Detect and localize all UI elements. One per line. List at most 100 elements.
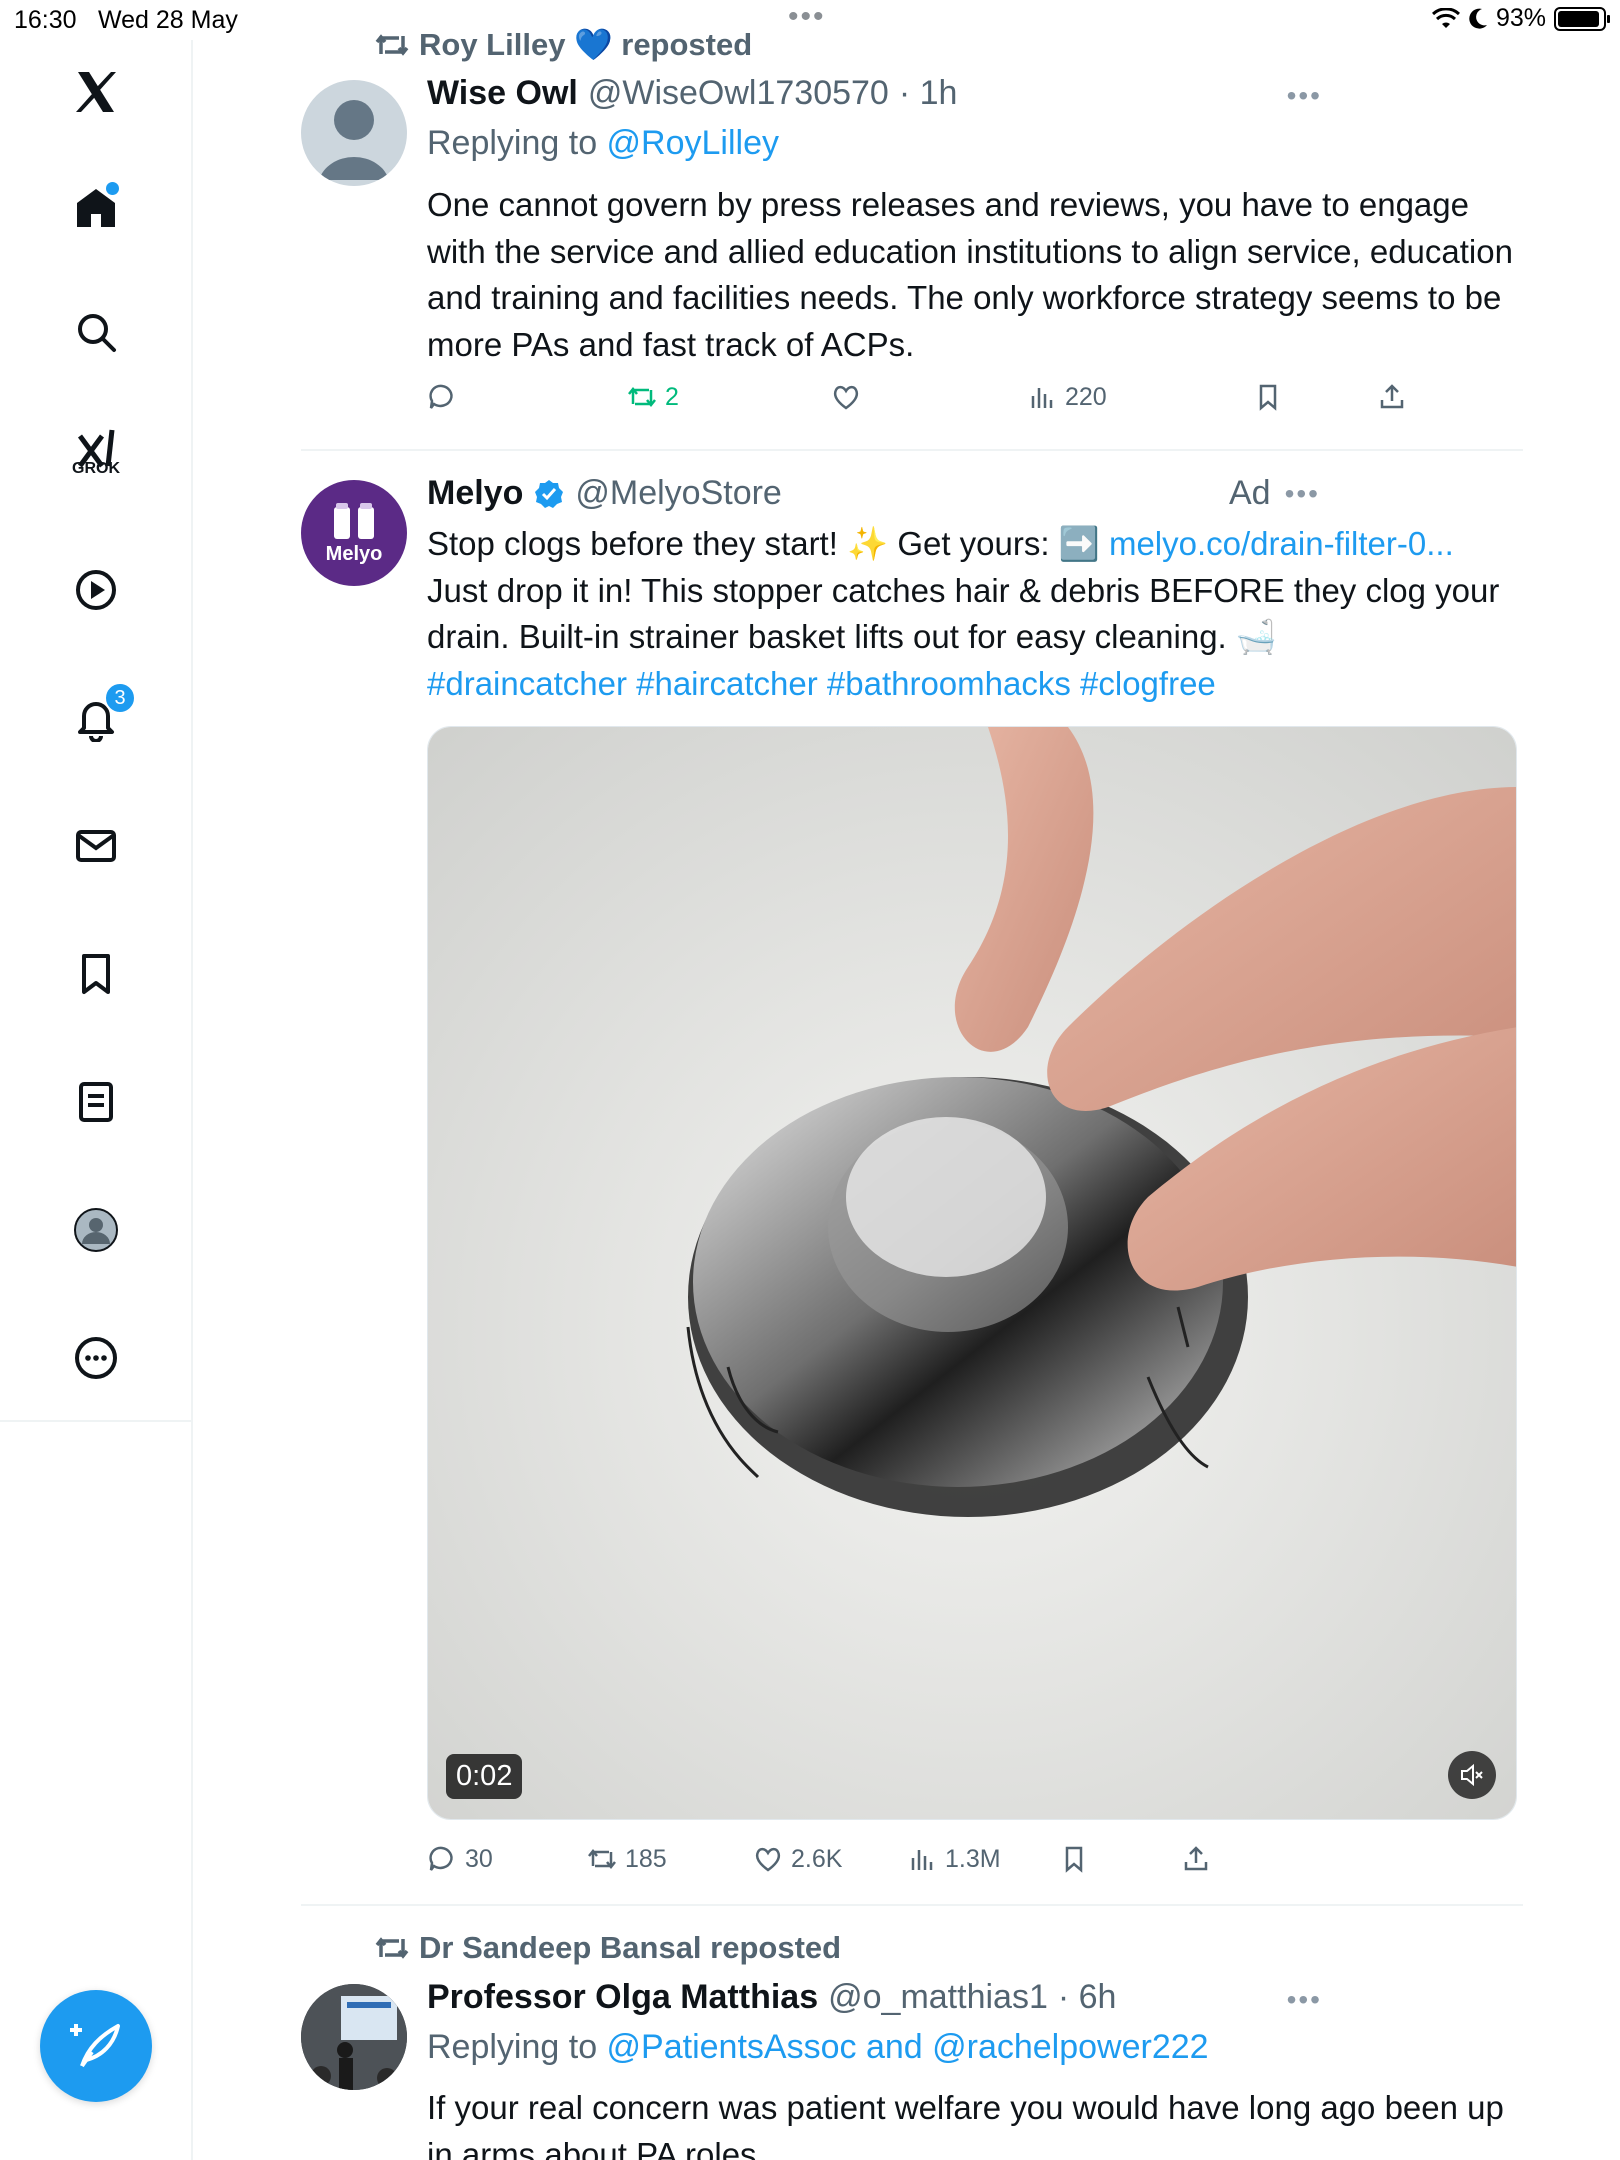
- repost-button[interactable]: 185: [587, 1844, 667, 1874]
- nav-notifications[interactable]: 3: [66, 682, 136, 748]
- nav-home[interactable]: [66, 178, 126, 238]
- views-count: 220: [1065, 382, 1107, 411]
- nav-search[interactable]: [66, 302, 126, 362]
- reply-mention-link[interactable]: @PatientsAssoc and @rachelpower222: [607, 2028, 1209, 2066]
- lists-icon: [79, 1082, 113, 1122]
- ad-link[interactable]: melyo.co/drain-filter-0...: [1109, 525, 1454, 562]
- ad-indicator: Ad •••: [1229, 474, 1320, 513]
- repost-icon: [588, 1848, 616, 1870]
- nav-lists[interactable]: [66, 1072, 126, 1132]
- nav-bookmarks[interactable]: [66, 944, 126, 1004]
- repost-icon: [375, 33, 409, 56]
- reply-prefix: Replying to: [427, 124, 607, 162]
- search-icon: [78, 314, 116, 352]
- compose-button[interactable]: [40, 1990, 152, 2102]
- social-context-text[interactable]: Roy Lilley 💙 reposted: [419, 26, 752, 63]
- tweet-text: Stop clogs before they start! ✨ Get your…: [427, 521, 1517, 707]
- author-handle[interactable]: @WiseOwl1730570: [588, 74, 889, 113]
- tweet-time[interactable]: · 1h: [899, 74, 958, 113]
- views-button[interactable]: 220: [1027, 382, 1107, 412]
- sidebar: GROK 3: [0, 40, 193, 2160]
- tweet-actions: 30 185 2.6K 1.3M: [427, 1844, 1427, 1884]
- like-button[interactable]: [831, 382, 869, 412]
- views-button[interactable]: 1.3M: [907, 1844, 1001, 1874]
- tweet-time[interactable]: · 6h: [1058, 1978, 1117, 2017]
- x-logo-icon[interactable]: [66, 62, 126, 122]
- profile-icon: [74, 1208, 118, 1252]
- repost-count: 185: [625, 1844, 667, 1873]
- salt-shaker-icon: [334, 502, 374, 539]
- reply-prefix: Replying to: [427, 2028, 607, 2066]
- share-icon: [1380, 384, 1404, 409]
- avatar[interactable]: [301, 1984, 407, 2090]
- tweet-divider: [301, 1904, 1523, 1906]
- notifications-badge: 3: [104, 682, 136, 714]
- repost-icon: [628, 386, 656, 408]
- author-name[interactable]: Melyo: [427, 474, 523, 513]
- repost-icon: [375, 1937, 409, 1959]
- author-handle[interactable]: @MelyoStore: [575, 474, 781, 513]
- author-name[interactable]: Wise Owl: [427, 74, 578, 113]
- home-unread-dot: [106, 182, 119, 195]
- share-icon: [1184, 1846, 1208, 1871]
- verified-badge-icon: [535, 479, 564, 508]
- avatar-label: Melyo: [325, 542, 383, 565]
- muted-speaker-icon: [1461, 1763, 1483, 1787]
- tweet-actions: 2 220: [427, 382, 1427, 422]
- messages-icon: [76, 830, 116, 862]
- mute-button[interactable]: [1448, 1751, 1496, 1799]
- video-thumbnail: [428, 727, 1516, 1819]
- more-options-icon[interactable]: •••: [1287, 80, 1322, 112]
- views-icon: [911, 1850, 933, 1870]
- views-count: 1.3M: [945, 1844, 1001, 1873]
- views-icon: [1031, 388, 1053, 408]
- bookmark-icon: [1065, 1846, 1083, 1873]
- nav-profile[interactable]: [66, 1200, 126, 1260]
- tweet-text: One cannot govern by press releases and …: [427, 186, 1513, 363]
- compose-icon: [70, 2024, 120, 2068]
- repost-button[interactable]: 2: [627, 382, 679, 412]
- bookmark-button[interactable]: [1059, 1844, 1089, 1874]
- repost-count: 2: [665, 382, 679, 411]
- share-button[interactable]: [1181, 1844, 1211, 1874]
- sidebar-divider: [0, 1420, 193, 1422]
- heart-icon: [833, 385, 859, 410]
- grok-label: GROK: [72, 460, 120, 477]
- social-context: Dr Sandeep Bansal reposted: [375, 1930, 841, 1966]
- video-player[interactable]: 0:02: [427, 726, 1517, 1820]
- bookmark-icon: [1259, 384, 1277, 411]
- video-timer: 0:02: [446, 1754, 523, 1799]
- avatar[interactable]: Melyo: [301, 480, 407, 586]
- reply-context: Replying to @PatientsAssoc and @rachelpo…: [427, 2028, 1209, 2067]
- nav-grok[interactable]: GROK: [66, 420, 126, 480]
- reply-mention-link[interactable]: @RoyLilley: [607, 124, 779, 162]
- more-options-icon[interactable]: •••: [1287, 1984, 1322, 2016]
- reply-button[interactable]: 30: [427, 1844, 493, 1874]
- like-count: 2.6K: [791, 1844, 843, 1873]
- tweet-divider: [301, 449, 1523, 451]
- tweet-text: If your real concern was patient welfare…: [427, 2089, 1504, 2160]
- reply-button[interactable]: [427, 382, 465, 412]
- author-handle[interactable]: @o_matthias1: [828, 1978, 1048, 2017]
- bookmark-button[interactable]: [1253, 382, 1283, 412]
- heart-icon: [755, 1847, 781, 1872]
- tweet-text-line1: Stop clogs before they start! ✨ Get your…: [427, 525, 1109, 562]
- author-name[interactable]: Professor Olga Matthias: [427, 1978, 818, 2017]
- more-icon: [75, 1337, 117, 1379]
- nav-messages[interactable]: [66, 816, 126, 876]
- reply-context: Replying to @RoyLilley: [427, 124, 779, 163]
- hashtags[interactable]: #draincatcher #haircatcher #bathroomhack…: [427, 661, 1517, 708]
- like-button[interactable]: 2.6K: [753, 1844, 842, 1874]
- timeline: Roy Lilley 💙 reposted Wise Owl @WiseOwl1…: [193, 0, 1620, 2160]
- avatar[interactable]: [301, 80, 407, 186]
- ad-label: Ad: [1228, 474, 1271, 512]
- more-options-icon[interactable]: •••: [1285, 478, 1320, 510]
- share-button[interactable]: [1377, 382, 1407, 412]
- reply-icon: [429, 384, 453, 409]
- nav-more[interactable]: [66, 1328, 126, 1388]
- reply-count: 30: [465, 1844, 493, 1873]
- bookmarks-icon: [82, 954, 110, 994]
- tweet-header: Wise Owl @WiseOwl1730570 · 1h: [427, 74, 957, 113]
- social-context-text[interactable]: Dr Sandeep Bansal reposted: [419, 1930, 841, 1966]
- nav-video[interactable]: [66, 560, 126, 620]
